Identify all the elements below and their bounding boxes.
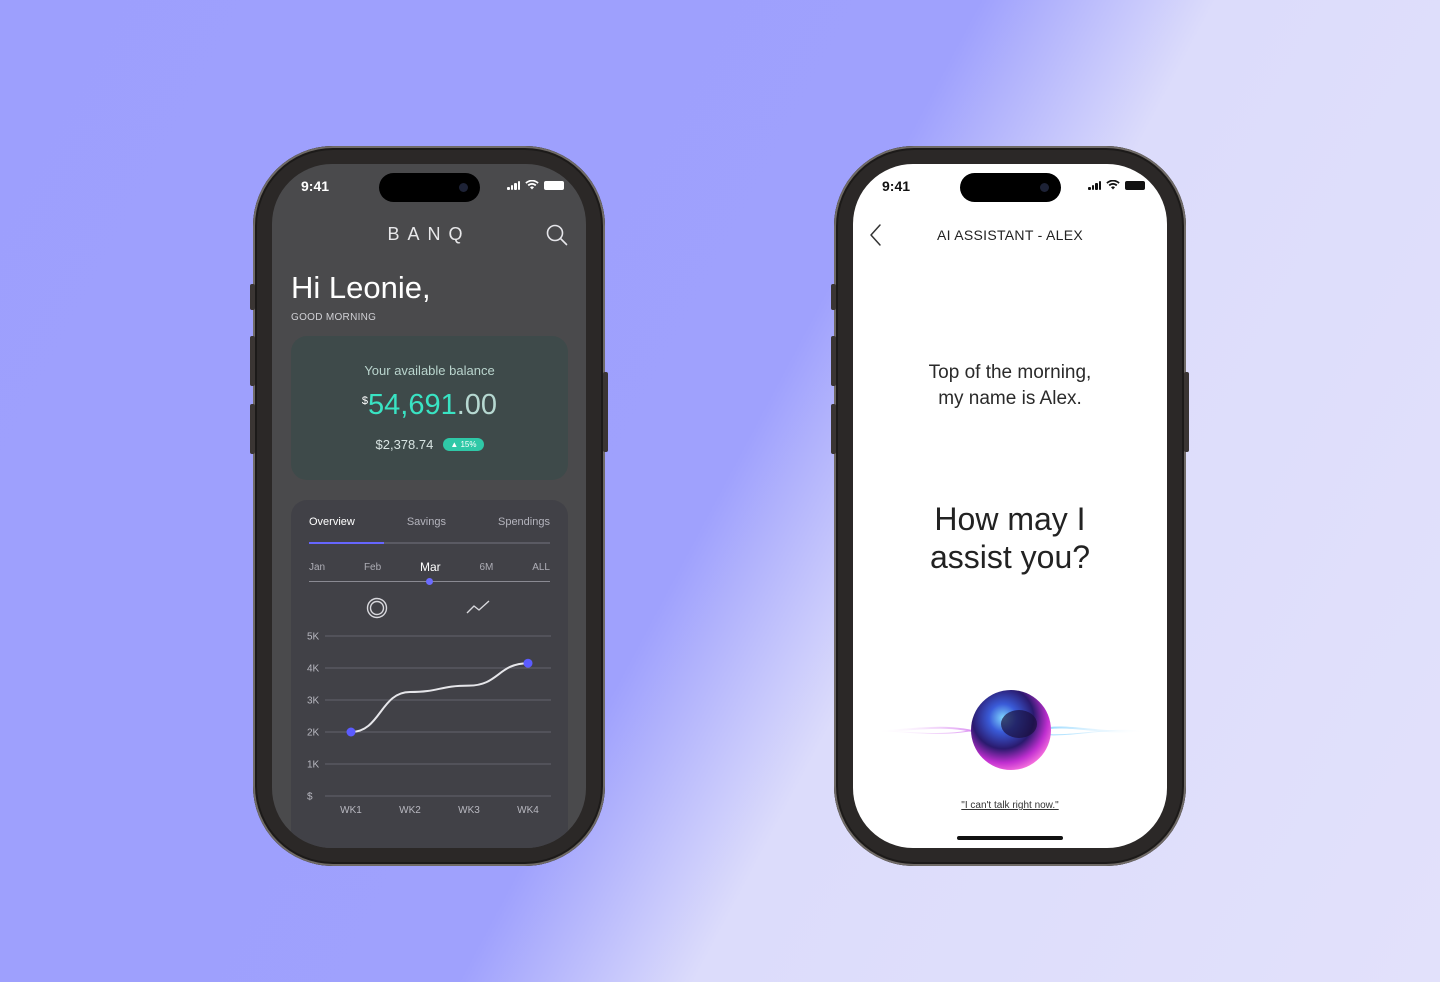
phone-power-button [603,372,608,452]
period-slider-handle[interactable] [426,578,433,585]
assistant-phone: 9:41 AI ASSISTANT - ALEX Top of the morn… [831,146,1189,866]
tab-savings[interactable]: Savings [407,516,446,528]
dynamic-island [379,173,480,202]
tab-overview[interactable]: Overview [309,516,355,528]
x-tick-label: WK3 [458,805,480,816]
period-mar[interactable]: Mar [420,560,441,574]
status-icons [1088,180,1145,190]
period-6m[interactable]: 6M [479,562,493,574]
assistant-title: AI ASSISTANT - ALEX [936,227,1083,243]
balance-label: Your available balance [364,363,495,378]
line-chart-icon[interactable] [466,598,490,616]
y-tick-label: 2K [307,728,320,739]
status-time: 9:41 [882,178,911,194]
search-icon[interactable] [546,224,568,246]
balance-card[interactable]: Your available balance $54,691.00 $2,378… [291,336,568,480]
balance-whole: 54,691 [368,389,457,421]
banq-screen: 9:41 BANQ Hi Leonie, GOOD MORNING Your a… [272,164,586,848]
phone-silent-switch [250,284,255,310]
assistant-intro: Top of the morning, my name is Alex. [853,360,1167,412]
y-tick-label: 5K [307,632,320,643]
question-line-1: How may I [934,501,1086,537]
status-time: 9:41 [301,178,330,194]
phone-power-button [1184,372,1189,452]
phone-volume-up [831,336,836,386]
period-all[interactable]: ALL [532,562,550,574]
intro-line-2: my name is Alex. [938,388,1082,409]
assistant-question: How may I assist you? [853,500,1167,576]
balance-sub-row: $2,378.74 ▲ 15% [291,437,568,452]
tab-underline [309,542,550,544]
tab-active-indicator [309,542,384,544]
banq-logo: BANQ [387,224,471,244]
greeting-subtitle: GOOD MORNING [291,312,377,323]
y-tick-label: 4K [307,664,320,675]
currency-symbol: $ [361,395,369,407]
y-tick-label: 1K [307,760,320,771]
balance-sub-amount: $2,378.74 [375,437,434,452]
balance-line-chart: $1K 2K 3K 4K 5K WK1 WK2 WK3 WK4 [307,632,551,816]
y-tick-label: 3K [307,696,320,707]
tab-spendings[interactable]: Spendings [498,516,550,528]
x-tick-label: WK1 [340,805,362,816]
wifi-icon [1106,180,1120,190]
change-badge: ▲ 15% [443,438,484,451]
series-line [350,662,529,733]
data-point[interactable] [346,727,356,737]
phone-volume-up [250,336,255,386]
greeting-title: Hi Leonie, [291,270,431,305]
cellular-signal-icon [507,180,520,190]
home-indicator[interactable] [957,836,1063,840]
question-line-2: assist you? [929,539,1091,575]
period-feb[interactable]: Feb [364,562,381,574]
banq-phone: 9:41 BANQ Hi Leonie, GOOD MORNING Your a… [250,146,608,866]
dynamic-island [960,173,1061,202]
battery-icon [1125,180,1145,190]
chart-card: Overview Savings Spendings Jan Feb Mar 6… [291,500,568,848]
cant-talk-link[interactable]: "I can't talk right now." [853,800,1167,811]
cellular-signal-icon [1088,180,1101,190]
data-point[interactable] [523,658,533,668]
x-tick-label: WK2 [399,805,421,816]
phone-volume-down [831,404,836,454]
phone-volume-down [250,404,255,454]
phone-silent-switch [831,284,836,310]
battery-icon [544,180,564,190]
period-selector: Jan Feb Mar 6M ALL [309,560,550,574]
period-jan[interactable]: Jan [309,562,325,574]
donut-chart-icon[interactable] [366,597,388,619]
status-icons [507,180,564,190]
assistant-screen: 9:41 AI ASSISTANT - ALEX Top of the morn… [853,164,1167,848]
x-tick-label: WK4 [517,805,539,816]
balance-cents: .00 [456,389,498,421]
intro-line-1: Top of the morning, [928,362,1092,383]
voice-orb[interactable] [853,684,1167,784]
wifi-icon [525,180,539,190]
y-tick-label: $ [307,792,313,803]
balance-amount: $54,691.00 [291,389,568,422]
chart-tabs: Overview Savings Spendings [309,516,550,528]
